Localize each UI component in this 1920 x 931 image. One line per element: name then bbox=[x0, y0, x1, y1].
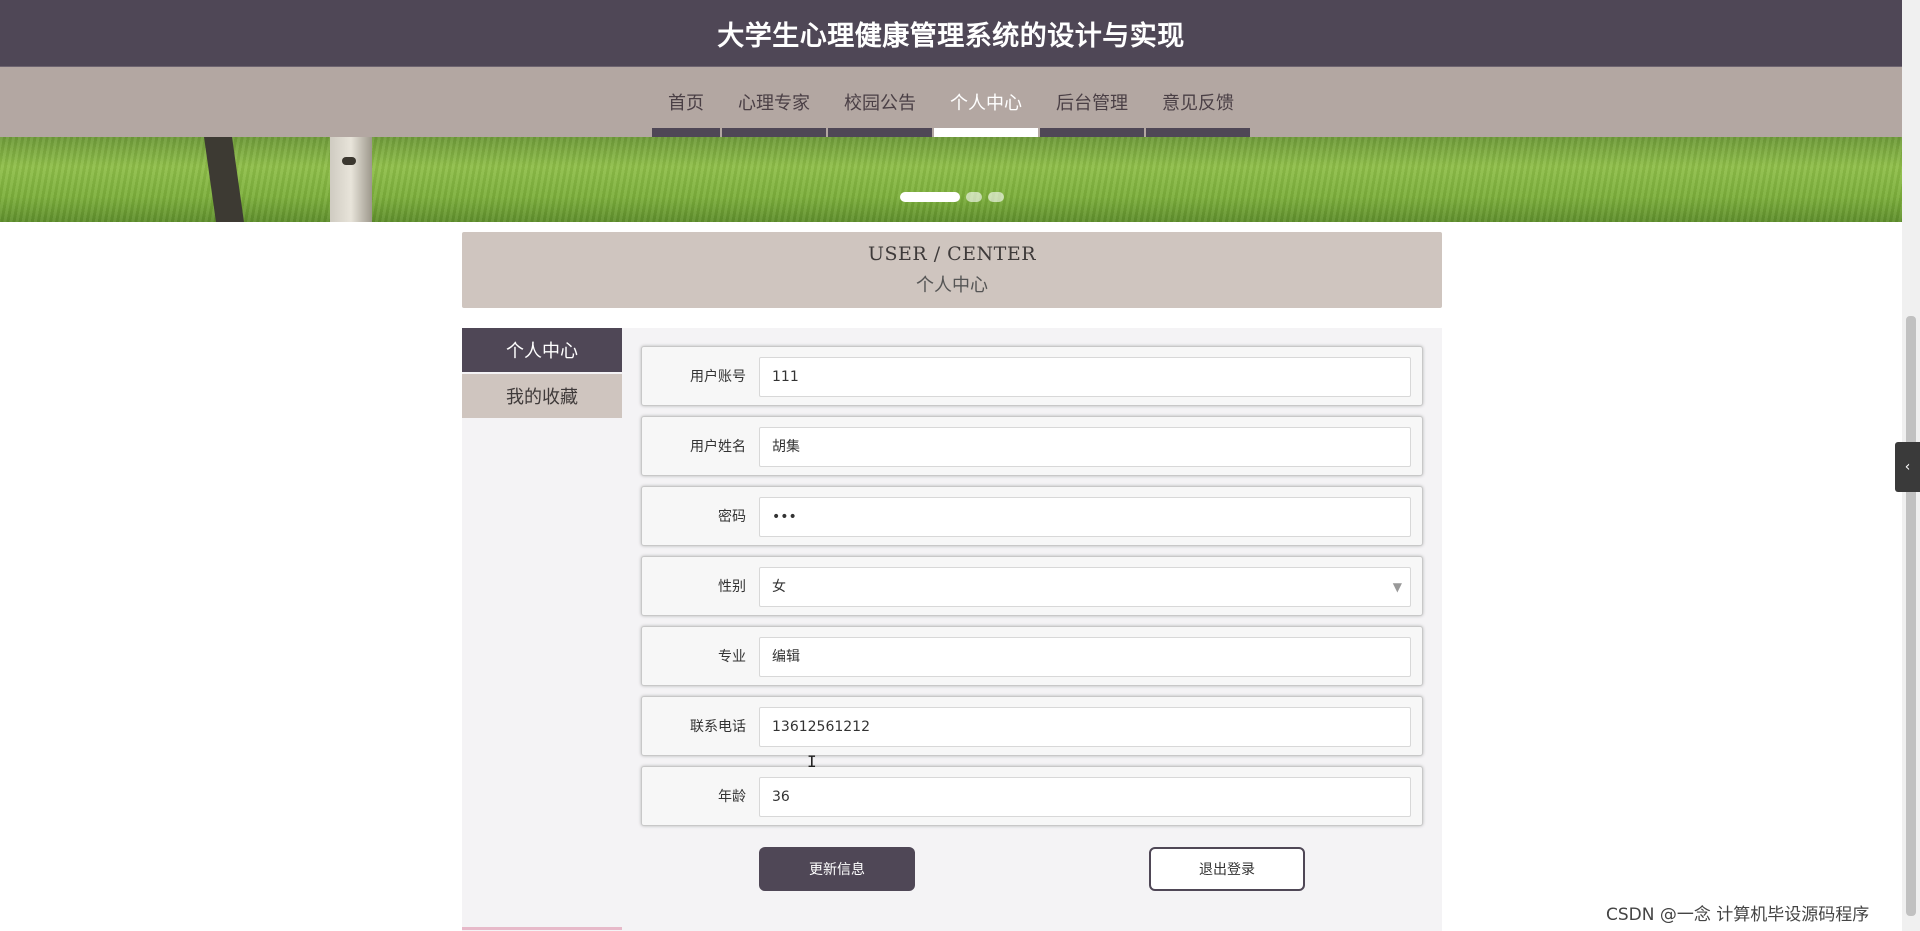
nav-label: 首页 bbox=[668, 93, 704, 114]
gender-selected-value: 女 bbox=[772, 579, 786, 595]
watermark-text: CSDN @一念 计算机毕设源码程序 bbox=[1606, 905, 1870, 925]
phone-input[interactable]: 13612561212 bbox=[759, 707, 1411, 747]
update-info-button[interactable]: 更新信息 bbox=[759, 847, 915, 891]
gender-label: 性别 bbox=[718, 579, 746, 595]
age-label: 年龄 bbox=[718, 789, 746, 805]
site-header: 大学生心理健康管理系统的设计与实现 bbox=[0, 0, 1902, 67]
nav-item-announcements[interactable]: 校园公告 bbox=[828, 67, 932, 137]
account-input[interactable]: 111 bbox=[759, 357, 1411, 397]
nav-label: 校园公告 bbox=[844, 93, 916, 114]
major-input[interactable]: 编辑 bbox=[759, 637, 1411, 677]
scrollbar-thumb[interactable] bbox=[1906, 316, 1916, 916]
chevron-down-icon: ▼ bbox=[1392, 580, 1402, 594]
sidebar-item-user-center[interactable]: 个人中心 bbox=[462, 328, 622, 372]
name-input[interactable]: 胡集 bbox=[759, 427, 1411, 467]
user-sidebar: 个人中心 我的收藏 bbox=[462, 328, 622, 420]
form-row-age: 年龄 36 bbox=[641, 766, 1423, 826]
name-label: 用户姓名 bbox=[690, 439, 746, 455]
major-label: 专业 bbox=[718, 649, 746, 665]
form-row-major: 专业 编辑 bbox=[641, 626, 1423, 686]
nav-item-admin[interactable]: 后台管理 bbox=[1040, 67, 1144, 137]
banner-carousel bbox=[0, 137, 1902, 222]
section-title-en: USER / CENTER bbox=[867, 243, 1037, 265]
carousel-dot-1[interactable] bbox=[900, 192, 960, 202]
nav-label: 心理专家 bbox=[738, 93, 810, 114]
nav-underbar bbox=[1146, 128, 1250, 137]
sidebar-item-favorites[interactable]: 我的收藏 bbox=[462, 374, 622, 418]
nav-item-home[interactable]: 首页 bbox=[652, 67, 720, 137]
nav-underbar bbox=[828, 128, 932, 137]
form-row-name: 用户姓名 胡集 bbox=[641, 416, 1423, 476]
banner-grass-texture bbox=[0, 137, 1902, 222]
nav-item-user-center[interactable]: 个人中心 bbox=[934, 67, 1038, 137]
chevron-left-icon[interactable]: ‹ bbox=[1895, 442, 1920, 492]
birch-knot bbox=[342, 157, 356, 165]
phone-label: 联系电话 bbox=[690, 719, 746, 735]
nav-item-experts[interactable]: 心理专家 bbox=[722, 67, 826, 137]
nav-underbar bbox=[934, 128, 1038, 137]
nav-underbar bbox=[652, 128, 720, 137]
carousel-dot-3[interactable] bbox=[988, 192, 1004, 202]
banner-birch-trunk bbox=[330, 137, 372, 222]
sidebar-bottom-accent bbox=[462, 927, 622, 930]
carousel-indicators bbox=[900, 192, 1004, 202]
carousel-dot-2[interactable] bbox=[966, 192, 982, 202]
main-nav: 首页 心理专家 校园公告 个人中心 后台管理 意见反馈 bbox=[0, 67, 1902, 137]
age-input[interactable]: 36 bbox=[759, 777, 1411, 817]
nav-label: 意见反馈 bbox=[1162, 93, 1234, 114]
section-title-zh: 个人中心 bbox=[916, 275, 988, 296]
gender-select[interactable]: 女 ▼ bbox=[759, 567, 1411, 607]
nav-underbar bbox=[722, 128, 826, 137]
form-row-account: 用户账号 111 bbox=[641, 346, 1423, 406]
account-label: 用户账号 bbox=[690, 369, 746, 385]
text-cursor-icon: I bbox=[807, 752, 817, 771]
form-row-phone: 联系电话 13612561212 bbox=[641, 696, 1423, 756]
form-row-password: 密码 ••• bbox=[641, 486, 1423, 546]
nav-underbar bbox=[1040, 128, 1144, 137]
site-title: 大学生心理健康管理系统的设计与实现 bbox=[717, 20, 1185, 52]
profile-form: 用户账号 111 用户姓名 胡集 密码 ••• 性别 女 ▼ 专业 编辑 联系电… bbox=[641, 346, 1423, 836]
main-nav-bar: 首页 心理专家 校园公告 个人中心 后台管理 意见反馈 bbox=[0, 67, 1902, 137]
nav-label: 个人中心 bbox=[950, 93, 1022, 114]
section-title-band: USER / CENTER 个人中心 bbox=[462, 232, 1442, 308]
password-input[interactable]: ••• bbox=[759, 497, 1411, 537]
nav-item-feedback[interactable]: 意见反馈 bbox=[1146, 67, 1250, 137]
logout-button[interactable]: 退出登录 bbox=[1149, 847, 1305, 891]
password-label: 密码 bbox=[718, 509, 746, 525]
nav-label: 后台管理 bbox=[1056, 93, 1128, 114]
form-row-gender: 性别 女 ▼ bbox=[641, 556, 1423, 616]
